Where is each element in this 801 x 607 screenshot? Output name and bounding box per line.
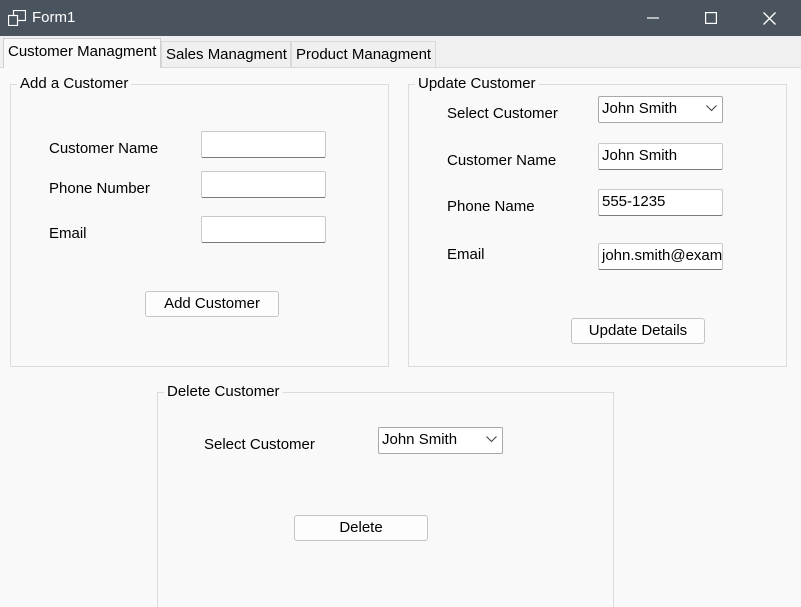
tab-product-management[interactable]: Product Managment: [291, 41, 436, 67]
update-phone-input[interactable]: 555-1235: [598, 189, 723, 216]
chevron-down-icon: [706, 105, 717, 112]
selected-value: John Smith: [602, 100, 678, 117]
phone-name-label: Phone Name: [447, 198, 535, 215]
delete-customer-select[interactable]: John Smith: [378, 427, 503, 454]
group-title: Add a Customer: [17, 75, 132, 93]
email-label: Email: [447, 246, 485, 263]
add-customer-button[interactable]: Add Customer: [145, 291, 279, 317]
customer-name-label: Customer Name: [49, 140, 159, 157]
tab-sales-management[interactable]: Sales Managment: [161, 41, 291, 67]
group-title: Update Customer: [415, 75, 539, 93]
window-title: Form1: [32, 9, 76, 26]
chevron-down-icon: [486, 436, 497, 443]
add-email-input[interactable]: [201, 216, 326, 243]
update-details-button[interactable]: Update Details: [571, 318, 705, 344]
add-customer-name-input[interactable]: [201, 131, 326, 158]
app-window-icon: [7, 9, 27, 27]
maximize-button[interactable]: [682, 0, 740, 36]
select-customer-label: Select Customer: [204, 436, 315, 453]
group-title: Delete Customer: [164, 383, 283, 401]
close-button[interactable]: [740, 0, 798, 36]
add-phone-number-input[interactable]: [201, 171, 326, 198]
close-icon: [762, 11, 776, 25]
tab-label: Sales Managment: [166, 46, 287, 63]
delete-customer-group: Delete Customer Select Customer John Smi…: [157, 383, 614, 607]
tab-strip: Customer Managment Sales Managment Produ…: [0, 36, 801, 68]
minimize-icon: [647, 17, 659, 19]
email-label: Email: [49, 225, 87, 242]
customer-name-label: Customer Name: [447, 152, 557, 169]
client-area: Customer Managment Sales Managment Produ…: [0, 36, 801, 607]
delete-button[interactable]: Delete: [294, 515, 428, 541]
update-customer-group: Update Customer Select Customer John Smi…: [408, 75, 787, 367]
update-customer-select[interactable]: John Smith: [598, 96, 723, 123]
update-email-input[interactable]: john.smith@exam: [598, 243, 723, 270]
maximize-icon: [705, 12, 717, 24]
select-customer-label: Select Customer: [447, 105, 558, 122]
tab-label: Customer Managment: [8, 43, 157, 60]
tab-page-customer-management: Add a Customer Customer Name Phone Numbe…: [0, 67, 801, 607]
update-customer-name-input[interactable]: John Smith: [598, 143, 723, 170]
phone-number-label: Phone Number: [49, 180, 150, 197]
selected-value: John Smith: [382, 431, 458, 448]
minimize-button[interactable]: [624, 0, 682, 36]
add-customer-group: Add a Customer Customer Name Phone Numbe…: [10, 75, 389, 367]
title-bar: Form1: [0, 0, 801, 36]
tab-customer-management[interactable]: Customer Managment: [3, 38, 161, 68]
tab-label: Product Managment: [296, 46, 432, 63]
